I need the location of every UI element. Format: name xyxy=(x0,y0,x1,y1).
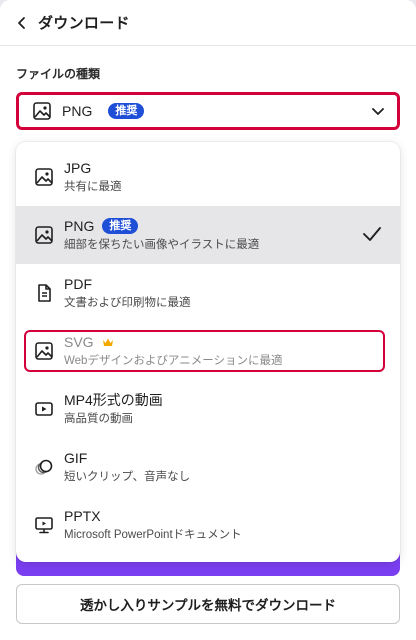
recommended-badge: 推奨 xyxy=(102,218,139,234)
option-desc: 共有に最適 xyxy=(64,181,122,193)
gif-icon xyxy=(34,457,54,477)
recommended-badge: 推奨 xyxy=(108,103,145,119)
chevron-left-icon xyxy=(18,16,25,29)
image-icon xyxy=(34,341,54,361)
option-pdf[interactable]: PDF 文書および印刷物に最適 xyxy=(16,264,400,322)
option-jpg[interactable]: JPG 共有に最適 xyxy=(16,148,400,206)
option-name: SVG xyxy=(64,334,94,350)
checkmark-icon xyxy=(363,227,381,241)
option-mp4[interactable]: MP4形式の動画 高品質の動画 xyxy=(16,380,400,438)
option-name: MP4形式の動画 xyxy=(64,392,163,408)
file-type-select[interactable]: PNG 推奨 xyxy=(16,92,400,130)
option-name: PDF xyxy=(64,276,92,292)
option-desc: 短いクリップ、音声なし xyxy=(64,471,191,483)
option-desc: 高品質の動画 xyxy=(64,413,133,425)
presentation-icon xyxy=(34,515,54,535)
file-type-label: ファイルの種類 xyxy=(16,67,101,81)
option-name: PNG xyxy=(64,218,95,234)
option-svg[interactable]: SVG Webデザインおよびアニメーションに最適 xyxy=(16,322,400,380)
option-pptx[interactable]: PPTX Microsoft PowerPointドキュメント xyxy=(16,496,400,554)
image-icon xyxy=(34,225,54,245)
crown-icon xyxy=(102,338,113,346)
selected-file-type: PNG xyxy=(62,103,93,119)
page-title: ダウンロード xyxy=(38,15,130,32)
panel-header: ダウンロード xyxy=(0,0,416,46)
option-desc: 細部を保ちたい画像やイラストに最適 xyxy=(64,239,260,251)
file-type-dropdown: JPG 共有に最適 PNG 推奨 細部を保ちたい画像やイラストに最適 PDF 文… xyxy=(16,142,400,562)
chevron-down-icon xyxy=(372,108,384,115)
option-name: GIF xyxy=(64,450,88,466)
document-icon xyxy=(34,283,54,303)
image-icon xyxy=(33,102,51,120)
video-icon xyxy=(34,399,54,419)
option-name: PPTX xyxy=(64,508,101,524)
image-icon xyxy=(34,167,54,187)
download-panel: ダウンロード ファイルの種類 PNG 推奨 JPG 共有に最適 PNG 推奨 細… xyxy=(0,0,416,640)
download-watermark-sample-button[interactable]: 透かし入りサンプルを無料でダウンロード xyxy=(16,584,400,624)
back-button[interactable]: ダウンロード xyxy=(16,12,130,33)
option-desc: Microsoft PowerPointドキュメント xyxy=(64,529,242,541)
option-gif[interactable]: GIF 短いクリップ、音声なし xyxy=(16,438,400,496)
option-png[interactable]: PNG 推奨 細部を保ちたい画像やイラストに最適 xyxy=(16,206,400,264)
option-desc: 文書および印刷物に最適 xyxy=(64,297,191,309)
option-name: JPG xyxy=(64,160,92,176)
option-desc: Webデザインおよびアニメーションに最適 xyxy=(64,355,283,367)
